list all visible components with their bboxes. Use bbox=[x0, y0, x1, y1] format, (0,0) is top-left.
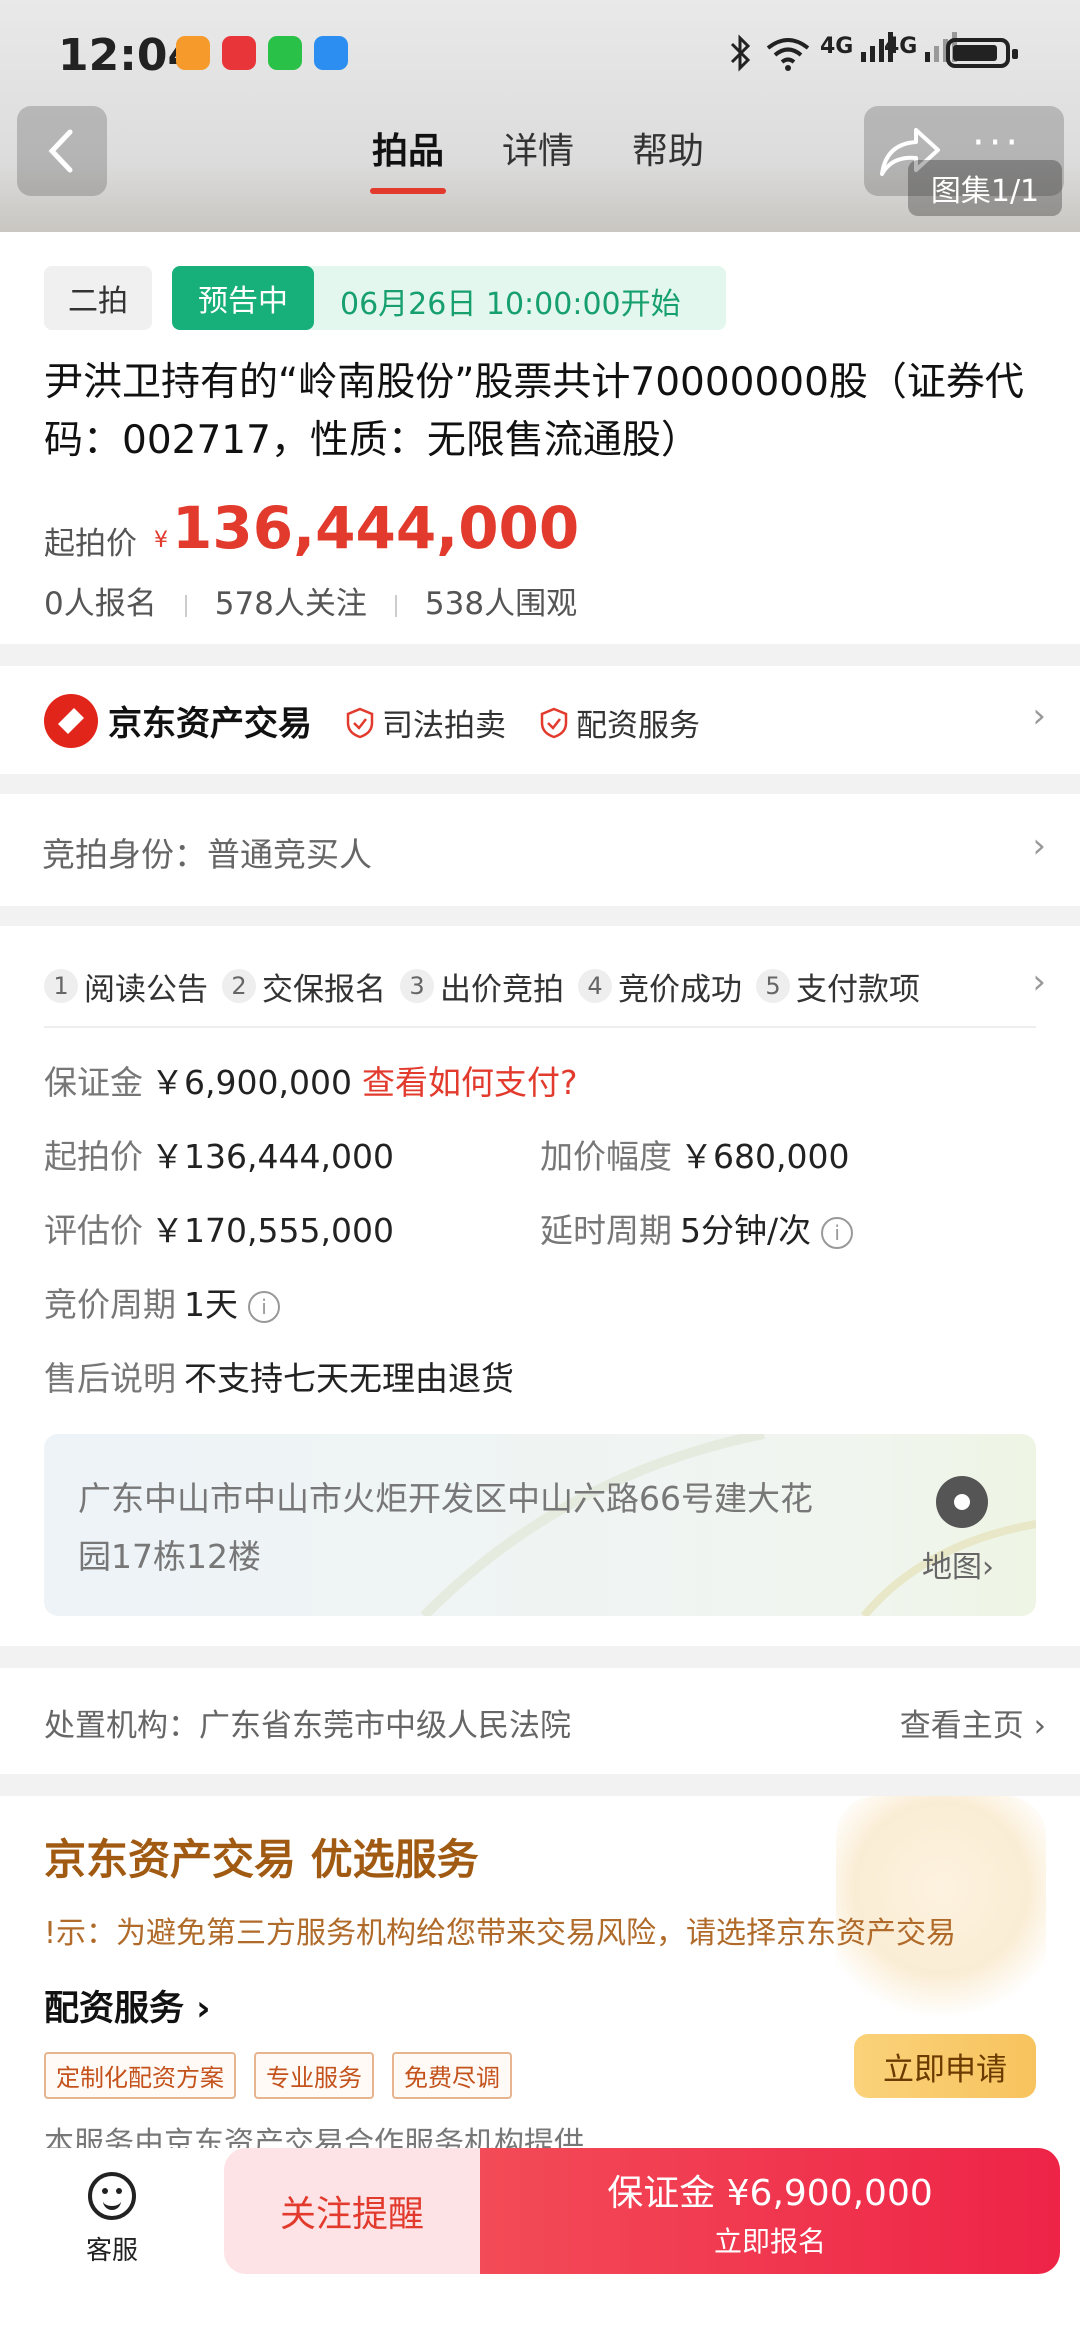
preferred-services-card: 京东资产交易 优选服务 !示：为避免第三方服务机构给您带来交易风险，请选择京东资… bbox=[0, 1796, 1080, 2148]
customer-service-icon bbox=[88, 2172, 136, 2220]
start-price-label: 起拍价 bbox=[44, 526, 137, 562]
info-icon[interactable]: i bbox=[248, 1290, 280, 1323]
tab-details[interactable]: 详情 bbox=[502, 122, 574, 174]
increment-term: 加价幅度 ￥680,000 bbox=[540, 1137, 850, 1176]
step-item: 1 阅读公告 bbox=[44, 964, 208, 1009]
start-time: 06月26日 10:00:00开始 bbox=[340, 287, 681, 322]
lot-title: 尹洪卫持有的“岭南股份”股票共计70000000股（证券代码：002717，性质… bbox=[44, 360, 1024, 463]
platform-row[interactable]: 京东资产交易 司法拍卖 配资服务 › bbox=[0, 666, 1080, 774]
services-footer: 本服务由京东资产交易合作服务机构提供 bbox=[44, 2126, 584, 2148]
deposit-row: 保证金 ￥6,900,000 查看如何支付? bbox=[44, 1063, 578, 1102]
disposal-org: 处置机构：广东省东莞市中级人民法院 bbox=[44, 1708, 571, 1744]
aftersale-term: 售后说明 不支持七天无理由退货 bbox=[44, 1359, 514, 1398]
signup-button[interactable]: 保证金 ¥6,900,000 立即报名 bbox=[480, 2148, 1060, 2274]
shield-check-icon bbox=[346, 707, 374, 738]
signup-count: 0人报名 bbox=[44, 586, 157, 622]
service-tag: 定制化配资方案 bbox=[44, 2052, 236, 2099]
platform-name: 京东资产交易 bbox=[108, 704, 312, 744]
step-item: 5 支付款项 bbox=[756, 964, 920, 1009]
follow-reminder-button[interactable]: 关注提醒 bbox=[224, 2148, 480, 2274]
period-term: 竞价周期 1天 i bbox=[44, 1278, 280, 1326]
lot-stats: 0人报名 578人关注 538人围观 bbox=[44, 578, 577, 623]
map-pin-icon bbox=[936, 1476, 988, 1528]
step-item: 2 交保报名 bbox=[222, 964, 386, 1009]
chevron-right-icon[interactable]: › bbox=[1032, 962, 1046, 1002]
services-title: 京东资产交易 优选服务 bbox=[44, 1835, 479, 1884]
currency-symbol: ¥ bbox=[154, 528, 168, 553]
shield-check-icon bbox=[540, 707, 568, 738]
apply-button[interactable]: 立即申请 bbox=[854, 2034, 1036, 2098]
jd-logo-icon bbox=[44, 694, 98, 748]
appraisal-term: 评估价 ￥170,555,000 bbox=[44, 1211, 394, 1250]
disposal-org-row: 处置机构：广东省东莞市中级人民法院 查看主页 › bbox=[0, 1668, 1080, 1774]
customer-service-label: 客服 bbox=[85, 2236, 138, 2266]
round-tag: 二拍 bbox=[44, 266, 152, 330]
chevron-left-icon bbox=[48, 129, 73, 173]
chevron-right-icon: › bbox=[1032, 696, 1046, 736]
signup-label: 立即报名 bbox=[713, 2225, 826, 2258]
viewer-count: 538人围观 bbox=[424, 586, 578, 622]
how-to-pay-link[interactable]: 查看如何支付? bbox=[362, 1063, 578, 1102]
customer-service-button[interactable]: 客服 bbox=[70, 2172, 154, 2267]
start-price-term: 起拍价 ￥136,444,000 bbox=[44, 1137, 394, 1176]
process-steps[interactable]: 1 阅读公告 2 交保报名 3 出价竞拍 4 竞价成功 5 支付款项 bbox=[44, 956, 1004, 1016]
notification-app-icon bbox=[222, 36, 256, 70]
back-button[interactable] bbox=[17, 106, 107, 196]
start-price-value: 136,444,000 bbox=[172, 494, 580, 562]
status-pill: 预告中 06月26日 10:00:00开始 bbox=[172, 266, 726, 330]
signal-4g-1: 4G bbox=[820, 32, 894, 72]
address-box[interactable]: 广东中山市中山市火炬开发区中山六路66号建大花园17栋12楼 地图› bbox=[44, 1434, 1036, 1616]
follower-count: 578人关注 bbox=[214, 586, 367, 622]
services-notice: !示：为避免第三方服务机构给您带来交易风险，请选择京东资产交易 bbox=[44, 1916, 957, 1951]
step-item: 3 出价竞拍 bbox=[400, 964, 564, 1009]
service-tag: 免费尽调 bbox=[392, 2052, 512, 2099]
divider bbox=[394, 594, 397, 617]
financing-service-badge: 配资服务 bbox=[540, 700, 700, 745]
bluetooth-icon bbox=[730, 34, 751, 72]
identity-text: 竞拍身份：普通竞买人 bbox=[42, 835, 372, 874]
bidder-identity-row[interactable]: 竞拍身份：普通竞买人 › bbox=[0, 794, 1080, 906]
judicial-auction-badge: 司法拍卖 bbox=[346, 700, 506, 745]
delay-term: 延时周期 5分钟/次 i bbox=[540, 1204, 854, 1252]
chevron-right-icon: › bbox=[1032, 826, 1046, 866]
divider bbox=[184, 594, 187, 617]
step-item: 4 竞价成功 bbox=[578, 964, 742, 1009]
status-bar: 12:04 4G 4G bbox=[0, 0, 1080, 100]
active-tab-indicator bbox=[370, 188, 446, 194]
steps-fade bbox=[930, 956, 1020, 1016]
divider bbox=[44, 1026, 1036, 1028]
signup-deposit: 保证金 ¥6,900,000 bbox=[607, 2173, 933, 2214]
battery-icon bbox=[946, 38, 1018, 68]
gallery-badge[interactable]: 图集1/1 bbox=[908, 160, 1062, 216]
wechat-icon bbox=[268, 36, 302, 70]
tab-help[interactable]: 帮助 bbox=[632, 122, 704, 174]
wifi-icon bbox=[766, 38, 810, 71]
map-link[interactable]: 地图› bbox=[922, 1542, 994, 1586]
bottom-action-bar: 客服 关注提醒 保证金 ¥6,900,000 立即报名 bbox=[0, 2148, 1080, 2340]
address-text: 广东中山市中山市火炬开发区中山六路66号建大花园17栋12楼 bbox=[78, 1479, 813, 1576]
message-icon bbox=[314, 36, 348, 70]
service-tag: 专业服务 bbox=[254, 2052, 374, 2099]
view-homepage-link[interactable]: 查看主页 › bbox=[900, 1700, 1046, 1745]
notification-app-icon bbox=[176, 36, 210, 70]
lot-summary-card: 二拍 预告中 06月26日 10:00:00开始 尹洪卫持有的“岭南股份”股票共… bbox=[0, 232, 1080, 644]
service-tags: 定制化配资方案 专业服务 免费尽调 bbox=[44, 2052, 530, 2099]
auction-terms-card: 1 阅读公告 2 交保报名 3 出价竞拍 4 竞价成功 5 支付款项 › 保证金 ￥6,90… bbox=[0, 926, 1080, 1646]
status-badge: 预告中 bbox=[172, 266, 314, 330]
info-icon[interactable]: i bbox=[821, 1216, 854, 1249]
tab-lot[interactable]: 拍品 bbox=[372, 122, 444, 174]
financing-service-link[interactable]: 配资服务 › bbox=[44, 1980, 211, 2031]
